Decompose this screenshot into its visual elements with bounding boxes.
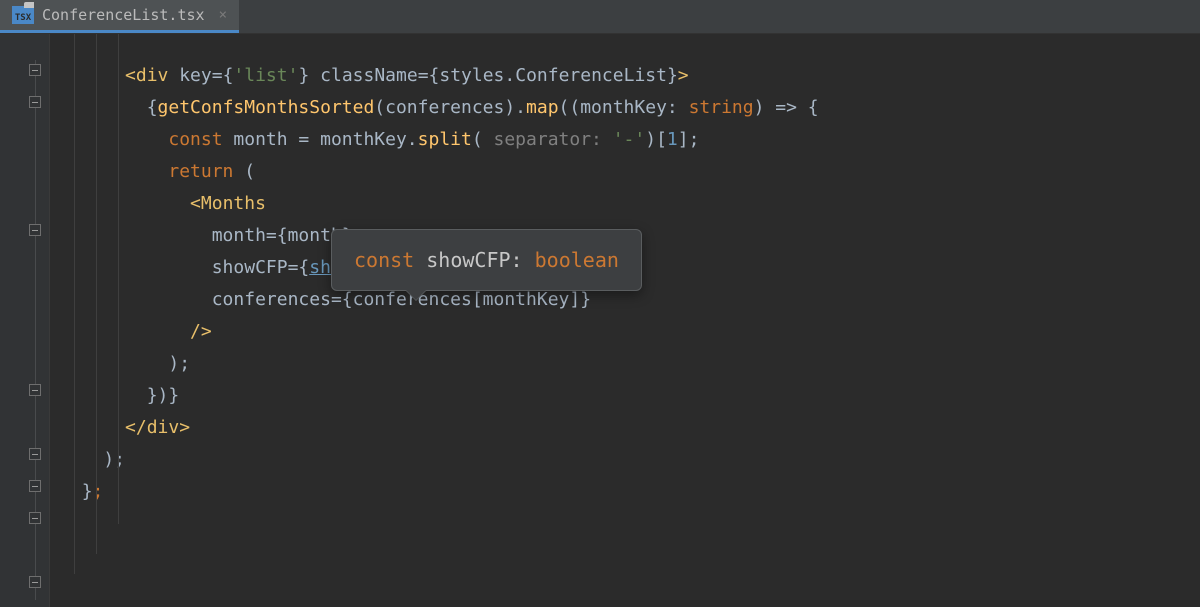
code-area[interactable]: <div key={'list'} className={styles.Conf…: [50, 34, 1200, 607]
fold-marker-icon[interactable]: [29, 448, 41, 460]
editor: <div key={'list'} className={styles.Conf…: [0, 34, 1200, 607]
fold-marker-icon[interactable]: [29, 512, 41, 524]
code-line: const month = monthKey.split( separator:…: [60, 124, 1200, 156]
fold-marker-icon[interactable]: [29, 576, 41, 588]
tab-filename: ConferenceList.tsx: [42, 6, 205, 24]
code-line: {getConfsMonthsSorted(conferences).map((…: [60, 92, 1200, 124]
code-line: </div>: [60, 412, 1200, 444]
code-line: })}: [60, 380, 1200, 412]
code-line: <div key={'list'} className={styles.Conf…: [60, 60, 1200, 92]
code-line: );: [60, 348, 1200, 380]
fold-marker-icon[interactable]: [29, 64, 41, 76]
close-icon[interactable]: ×: [219, 7, 227, 23]
tsx-file-icon: TSX: [12, 6, 34, 24]
code-line: );: [60, 444, 1200, 476]
code-line: <Months: [60, 188, 1200, 220]
type-hint-tooltip: const showCFP: boolean: [331, 229, 642, 291]
tab-bar: TSX ConferenceList.tsx ×: [0, 0, 1200, 34]
fold-marker-icon[interactable]: [29, 96, 41, 108]
fold-marker-icon[interactable]: [29, 384, 41, 396]
gutter: [0, 34, 50, 607]
code-line: return (: [60, 156, 1200, 188]
code-line: />: [60, 316, 1200, 348]
fold-marker-icon[interactable]: [29, 224, 41, 236]
file-tab[interactable]: TSX ConferenceList.tsx ×: [0, 0, 239, 33]
code-line: };: [60, 476, 1200, 508]
fold-marker-icon[interactable]: [29, 480, 41, 492]
